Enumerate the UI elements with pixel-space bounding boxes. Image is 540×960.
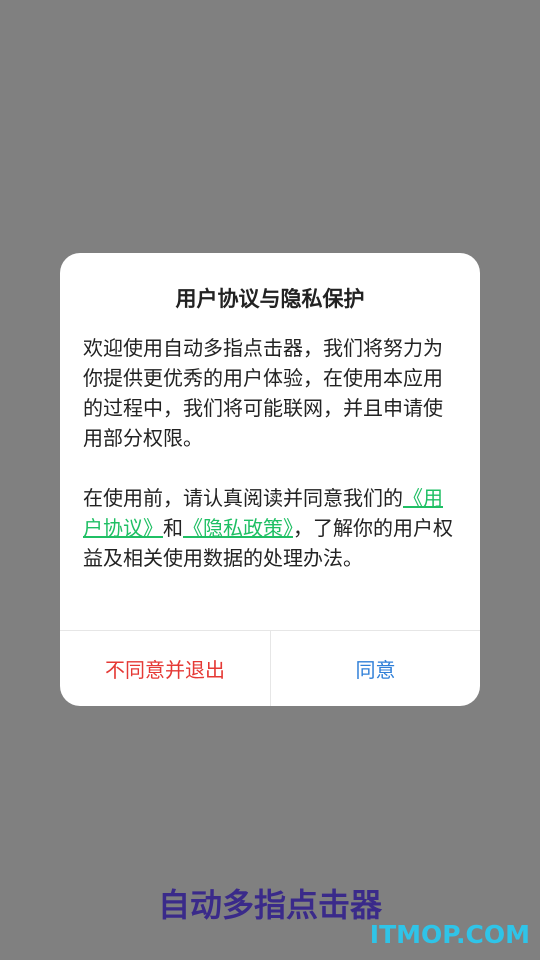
agreement-prefix: 在使用前，请认真阅读并同意我们的 bbox=[83, 486, 403, 510]
dialog-title: 用户协议与隐私保护 bbox=[175, 287, 365, 311]
disagree-exit-button[interactable]: 不同意并退出 bbox=[60, 631, 270, 706]
intro-paragraph: 欢迎使用自动多指点击器，我们将努力为你提供更优秀的用户体验，在使用本应用的过程中… bbox=[83, 336, 443, 450]
watermark-logo: ITMOP.COM bbox=[369, 920, 530, 949]
dialog-body: 欢迎使用自动多指点击器，我们将努力为你提供更优秀的用户体验，在使用本应用的过程中… bbox=[83, 333, 453, 573]
agree-button[interactable]: 同意 bbox=[271, 631, 480, 706]
privacy-policy-link[interactable]: 《隐私政策》 bbox=[183, 516, 293, 540]
and-text: 和 bbox=[163, 516, 183, 540]
screen: 用户协议与隐私保护 欢迎使用自动多指点击器，我们将努力为你提供更优秀的用户体验，… bbox=[0, 0, 540, 960]
agreement-paragraph: 在使用前，请认真阅读并同意我们的《用户协议》和《隐私政策》，了解你的用户权益及相… bbox=[83, 483, 453, 573]
privacy-dialog: 用户协议与隐私保护 欢迎使用自动多指点击器，我们将努力为你提供更优秀的用户体验，… bbox=[60, 253, 480, 706]
